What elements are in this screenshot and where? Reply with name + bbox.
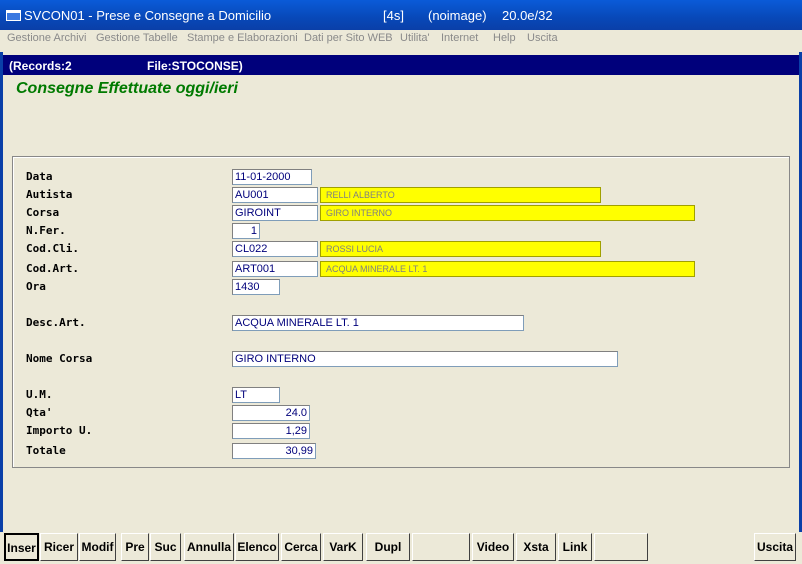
- record-status-bar: (Records:2 File:STOCONSE): [3, 55, 799, 75]
- data-field[interactable]: 11-01-2000: [232, 169, 312, 185]
- menu-stampe-elaborazioni[interactable]: Stampe e Elaborazioni: [187, 32, 298, 44]
- label-data: Data: [26, 170, 53, 183]
- autista-field[interactable]: AU001: [232, 187, 318, 203]
- empty-button-2[interactable]: [594, 533, 648, 561]
- totale-field[interactable]: 30,99: [232, 443, 316, 459]
- dupl-button[interactable]: Dupl: [366, 533, 410, 561]
- autista-description: RELLI ALBERTO: [320, 187, 601, 203]
- modif-button[interactable]: Modif: [79, 533, 116, 561]
- codcli-field[interactable]: CL022: [232, 241, 318, 257]
- label-autista: Autista: [26, 188, 73, 201]
- nomecorsa-field[interactable]: GIRO INTERNO: [232, 351, 618, 367]
- cerca-button[interactable]: Cerca: [281, 533, 321, 561]
- video-button[interactable]: Video: [472, 533, 514, 561]
- ricer-button[interactable]: Ricer: [40, 533, 78, 561]
- nfer-field[interactable]: 1: [232, 223, 260, 239]
- annulla-button[interactable]: Annulla: [184, 533, 234, 561]
- label-nomecorsa: Nome Corsa: [26, 352, 93, 365]
- title-bar: SVCON01 - Prese e Consegne a Domicilio […: [0, 0, 802, 30]
- menu-gestione-archivi[interactable]: Gestione Archivi: [7, 32, 86, 44]
- label-descart: Desc.Art.: [26, 316, 86, 329]
- pre-button[interactable]: Pre: [121, 533, 149, 561]
- descart-field[interactable]: ACQUA MINERALE LT. 1: [232, 315, 524, 331]
- form-title: Consegne Effettuate oggi/ieri: [16, 80, 238, 97]
- elenco-button[interactable]: Elenco: [235, 533, 279, 561]
- corsa-description: GIRO INTERNO: [320, 205, 695, 221]
- label-codart: Cod.Art.: [26, 262, 79, 275]
- records-count: (Records:2: [9, 59, 72, 73]
- qta-field[interactable]: 24.0: [232, 405, 310, 421]
- ora-field[interactable]: 1430: [232, 279, 280, 295]
- label-ora: Ora: [26, 280, 46, 293]
- suc-button[interactable]: Suc: [150, 533, 181, 561]
- app-window-icon: [6, 10, 21, 21]
- label-qta: Qta': [26, 406, 53, 419]
- um-field[interactable]: LT: [232, 387, 280, 403]
- link-button[interactable]: Link: [558, 533, 592, 561]
- importo-field[interactable]: 1,29: [232, 423, 310, 439]
- empty-button-1[interactable]: [412, 533, 470, 561]
- menu-uscita[interactable]: Uscita: [527, 32, 558, 44]
- menu-utilita[interactable]: Utilita': [400, 32, 430, 44]
- menu-dati-sito-web[interactable]: Dati per Sito WEB: [304, 32, 393, 44]
- label-corsa: Corsa: [26, 206, 60, 219]
- window-image-status: (noimage): [428, 8, 487, 23]
- window-title: SVCON01 - Prese e Consegne a Domicilio: [24, 8, 272, 23]
- codcli-description: ROSSI LUCIA: [320, 241, 601, 257]
- label-nfer: N.Fer.: [26, 224, 66, 237]
- label-codcli: Cod.Cli.: [26, 242, 79, 255]
- label-importo: Importo U.: [26, 424, 93, 437]
- menu-bar: Gestione Archivi Gestione Tabelle Stampe…: [0, 30, 802, 50]
- vark-button[interactable]: VarK: [323, 533, 363, 561]
- codart-field[interactable]: ART001: [232, 261, 318, 277]
- inser-button[interactable]: Inser: [4, 533, 39, 561]
- corsa-field[interactable]: GIROINT: [232, 205, 318, 221]
- label-totale: Totale: [26, 444, 66, 457]
- window-counter: [4s]: [383, 8, 404, 23]
- menu-gestione-tabelle[interactable]: Gestione Tabelle: [96, 32, 178, 44]
- uscita-button[interactable]: Uscita: [754, 533, 796, 561]
- window-version: 20.0e/32: [502, 8, 553, 23]
- command-toolbar: Inser Ricer Modif Pre Suc Annulla Elenco…: [0, 532, 802, 564]
- menu-help[interactable]: Help: [493, 32, 516, 44]
- codart-description: ACQUA MINERALE LT. 1: [320, 261, 695, 277]
- file-name: File:STOCONSE): [147, 59, 243, 73]
- menu-internet[interactable]: Internet: [441, 32, 478, 44]
- xsta-button[interactable]: Xsta: [516, 533, 556, 561]
- label-um: U.M.: [26, 388, 53, 401]
